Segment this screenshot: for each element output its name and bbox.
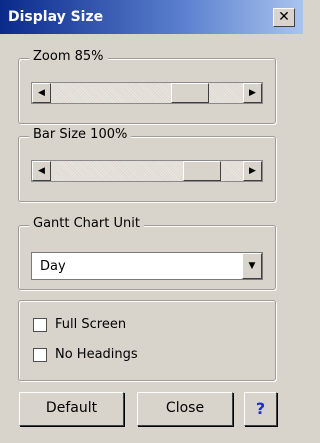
bar-size-label: Bar Size 100%: [29, 127, 132, 142]
help-button[interactable]: ?: [244, 392, 277, 426]
zoom-group: Zoom 85% ◀ ▶: [18, 49, 276, 124]
no-headings-checkbox[interactable]: [33, 348, 47, 362]
gantt-unit-select[interactable]: Day ▼: [31, 252, 263, 280]
title-bar: Display Size ✕: [0, 0, 303, 34]
full-screen-label: Full Screen: [55, 317, 127, 332]
zoom-right-arrow-icon[interactable]: ▶: [243, 83, 262, 103]
zoom-slider-thumb[interactable]: [171, 83, 210, 103]
gantt-unit-label: Gantt Chart Unit: [29, 216, 144, 231]
default-button[interactable]: Default: [19, 392, 124, 426]
close-icon[interactable]: ✕: [273, 8, 295, 27]
zoom-slider[interactable]: ◀ ▶: [31, 82, 263, 104]
gantt-unit-group: Gantt Chart Unit Day ▼: [18, 216, 276, 290]
zoom-left-arrow-icon[interactable]: ◀: [32, 83, 51, 103]
no-headings-label: No Headings: [55, 347, 138, 362]
zoom-label: Zoom 85%: [29, 49, 108, 64]
gantt-unit-value: Day: [40, 259, 66, 274]
bar-size-left-arrow-icon[interactable]: ◀: [32, 161, 51, 181]
bar-size-group: Bar Size 100% ◀ ▶: [18, 127, 276, 202]
window-title: Display Size: [8, 9, 104, 25]
bar-size-slider-thumb[interactable]: [183, 161, 222, 181]
full-screen-checkbox[interactable]: [33, 318, 47, 332]
bar-size-slider[interactable]: ◀ ▶: [31, 160, 263, 182]
chevron-down-icon[interactable]: ▼: [242, 253, 262, 279]
options-group: Full Screen No Headings: [18, 300, 276, 381]
close-button[interactable]: Close: [137, 392, 233, 426]
bar-size-right-arrow-icon[interactable]: ▶: [243, 161, 262, 181]
